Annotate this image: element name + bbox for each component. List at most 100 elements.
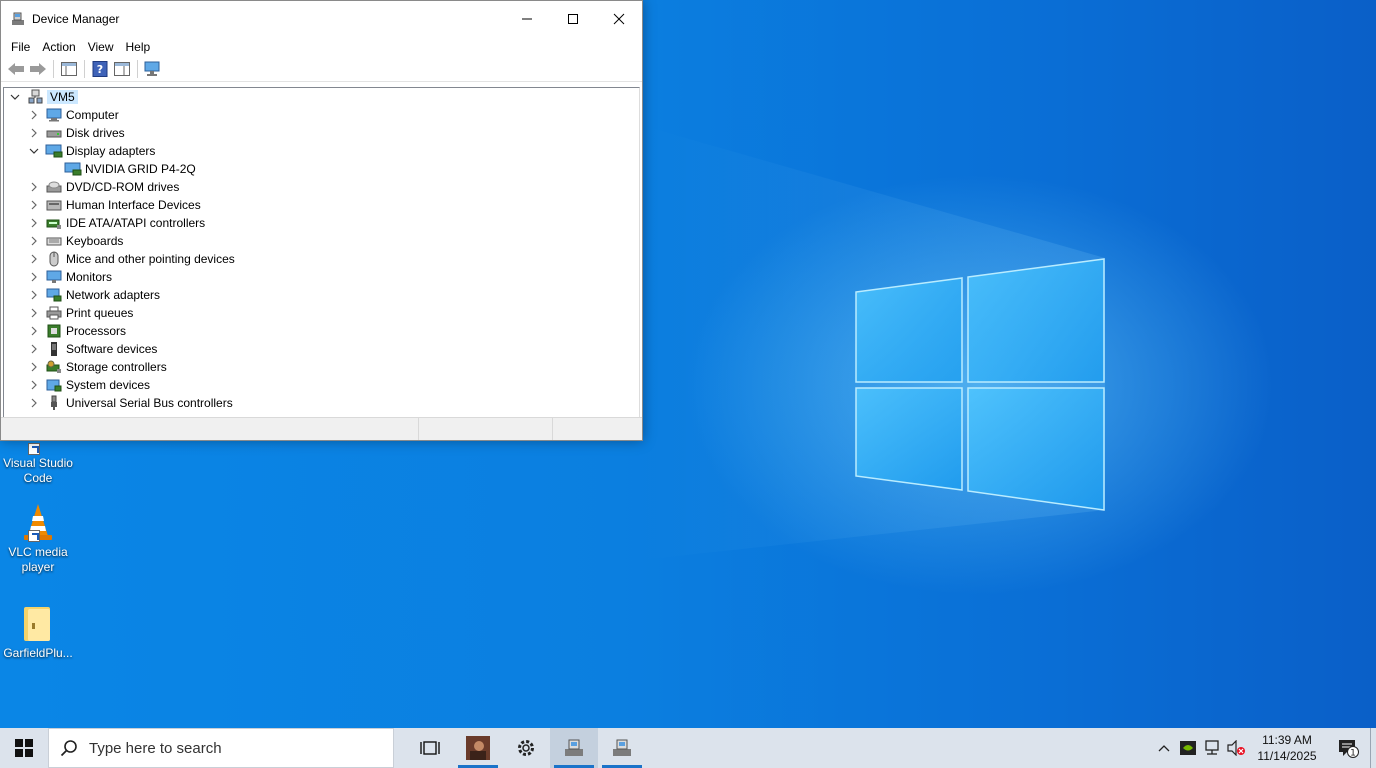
show-hide-console-tree-button[interactable] [58, 58, 80, 80]
tree-item-label: Keyboards [66, 234, 124, 248]
taskbar-app-photo[interactable] [454, 728, 502, 768]
tree-category-item[interactable]: Monitors [4, 268, 639, 286]
title-bar[interactable]: Device Manager [1, 1, 642, 37]
expand-chevron-icon[interactable] [27, 340, 41, 358]
toolbar-separator [137, 60, 138, 78]
expand-chevron-icon[interactable] [27, 268, 41, 286]
tree-root[interactable]: VM5 [4, 88, 639, 106]
processor-icon [45, 323, 63, 339]
storage-controller-icon [45, 359, 63, 375]
expand-chevron-icon[interactable] [27, 286, 41, 304]
notification-icon: 1 [1339, 740, 1359, 758]
device-manager-window: Device Manager File Action View Help ? V… [0, 0, 643, 441]
tree-root-label: VM5 [47, 90, 78, 104]
expand-chevron-icon[interactable] [27, 250, 41, 268]
desktop-icon-vscode[interactable]: Visual Studio Code [1, 443, 75, 486]
printer-icon [45, 305, 63, 321]
tree-category-item[interactable]: Keyboards [4, 232, 639, 250]
status-pane [419, 418, 553, 440]
expand-chevron-icon[interactable] [27, 178, 41, 196]
menu-view[interactable]: View [82, 37, 120, 57]
taskbar-app-device-manager[interactable] [598, 728, 646, 768]
svg-text:?: ? [97, 63, 103, 76]
expand-chevron-icon[interactable] [27, 322, 41, 340]
tree-item-label: Human Interface Devices [66, 198, 201, 212]
tree-category-item[interactable]: Software devices [4, 340, 639, 358]
help-button[interactable]: ? [89, 58, 111, 80]
expand-chevron-icon[interactable] [27, 358, 41, 376]
close-button[interactable] [596, 1, 642, 37]
scan-hardware-button[interactable] [142, 58, 164, 80]
taskbar-app-device-manager-active[interactable] [550, 728, 598, 768]
menu-file[interactable]: File [5, 37, 36, 57]
minimize-button[interactable] [504, 1, 550, 37]
tree-category-item[interactable]: System devices [4, 376, 639, 394]
collapse-chevron-icon[interactable] [27, 142, 41, 160]
task-view-button[interactable] [406, 728, 454, 768]
tree-item-label: DVD/CD-ROM drives [66, 180, 180, 194]
close-icon [613, 13, 625, 25]
desktop-icon-garfield-folder[interactable]: GarfieldPlu... [1, 603, 75, 661]
show-desktop-button[interactable] [1370, 728, 1376, 768]
tree-category-item[interactable]: Computer [4, 106, 639, 124]
taskbar-search-box[interactable]: Type here to search [48, 728, 394, 768]
taskbar-app-settings[interactable] [502, 728, 550, 768]
tree-category-item[interactable]: IDE ATA/ATAPI controllers [4, 214, 639, 232]
tree-category-item[interactable]: Human Interface Devices [4, 196, 639, 214]
expand-chevron-icon[interactable] [27, 376, 41, 394]
nvidia-tray-button[interactable] [1176, 728, 1200, 768]
expand-chevron-icon[interactable] [27, 106, 41, 124]
action-center-button[interactable]: 1 [1326, 728, 1370, 768]
forward-button[interactable] [27, 58, 49, 80]
volume-tray-button[interactable] [1224, 728, 1248, 768]
network-tray-button[interactable] [1200, 728, 1224, 768]
nvidia-icon [1180, 741, 1196, 755]
tree-category-item[interactable]: Print queues [4, 304, 639, 322]
chevron-up-icon [1158, 745, 1170, 752]
desktop-icon-vlc[interactable]: VLC media player [1, 502, 75, 575]
expand-chevron-icon[interactable] [27, 196, 41, 214]
system-tray: 11:39 AM 11/14/2025 1 [1152, 728, 1376, 768]
tree-item-label: Network adapters [66, 288, 161, 302]
expand-chevron-icon[interactable] [27, 124, 41, 142]
tree-item-label: Monitors [66, 270, 113, 284]
tree-item-label: NVIDIA GRID P4-2Q [85, 162, 196, 176]
tree-item-label: IDE ATA/ATAPI controllers [66, 216, 206, 230]
tree-category-item[interactable]: Processors [4, 322, 639, 340]
taskbar-clock[interactable]: 11:39 AM 11/14/2025 [1248, 732, 1326, 764]
device-manager-icon [565, 739, 583, 756]
keyboard-icon [45, 233, 63, 249]
maximize-button[interactable] [550, 1, 596, 37]
tree-category-item[interactable]: Display adapters [4, 142, 639, 160]
toolbar-separator [84, 60, 85, 78]
tree-category-item[interactable]: Universal Serial Bus controllers [4, 394, 639, 412]
expand-chevron-icon[interactable] [27, 394, 41, 412]
tree-category-item[interactable]: Network adapters [4, 286, 639, 304]
device-tree[interactable]: VM5 Computer Disk drives Display adapters N… [3, 87, 640, 417]
tree-category-item[interactable]: Disk drives [4, 124, 639, 142]
menu-help[interactable]: Help [120, 37, 157, 57]
tree-device-item[interactable]: NVIDIA GRID P4-2Q [4, 160, 639, 178]
show-hidden-icons-button[interactable] [1152, 728, 1176, 768]
expand-chevron-icon[interactable] [27, 214, 41, 232]
collapse-chevron-icon[interactable] [8, 88, 22, 106]
vscode-icon [18, 443, 58, 455]
menu-action[interactable]: Action [36, 37, 81, 57]
expand-chevron-icon[interactable] [27, 232, 41, 250]
help-icon: ? [92, 61, 108, 77]
tree-category-item[interactable]: DVD/CD-ROM drives [4, 178, 639, 196]
tree-item-label: Disk drives [66, 126, 125, 140]
windows-start-icon [15, 739, 33, 757]
properties-button[interactable] [111, 58, 133, 80]
status-pane [1, 418, 419, 440]
tree-category-item[interactable]: Storage controllers [4, 358, 639, 376]
start-button[interactable] [0, 728, 48, 768]
back-button[interactable] [5, 58, 27, 80]
tree-item-label: Display adapters [66, 144, 156, 158]
network-icon [1205, 740, 1219, 755]
expand-chevron-icon[interactable] [27, 304, 41, 322]
tree-item-label: Software devices [66, 342, 158, 356]
tree-category-item[interactable]: Mice and other pointing devices [4, 250, 639, 268]
tree-item-label: Mice and other pointing devices [66, 252, 235, 266]
